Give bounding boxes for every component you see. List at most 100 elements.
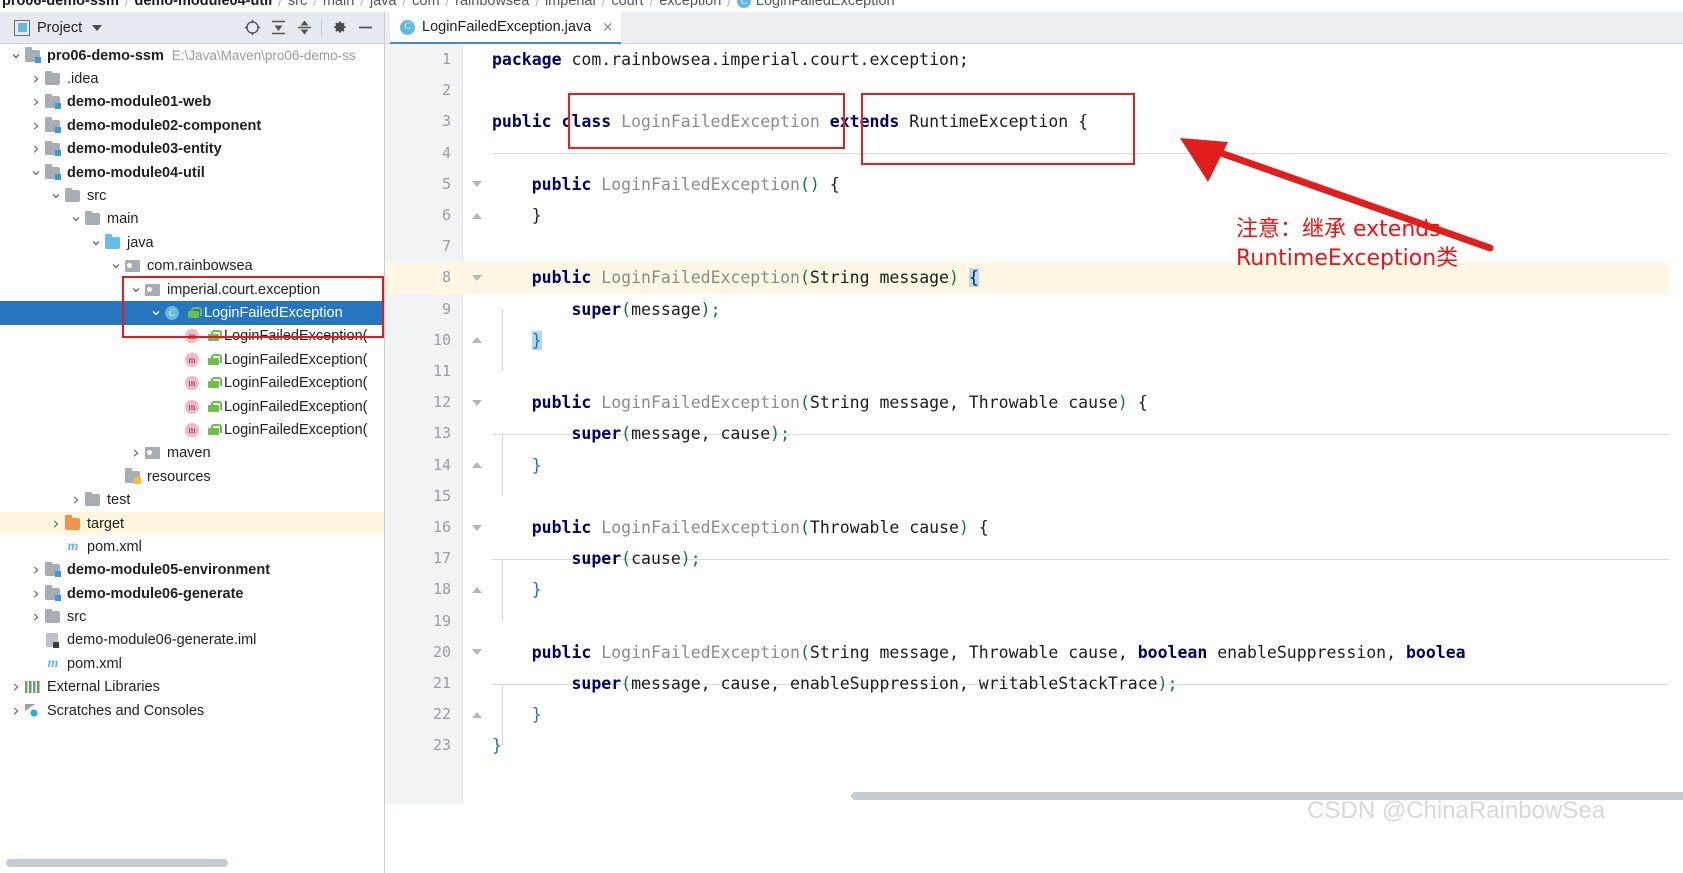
code-line[interactable]: 4 bbox=[385, 138, 1683, 169]
chevron-right-icon[interactable]: › bbox=[28, 607, 44, 627]
chevron-down-icon[interactable] bbox=[92, 24, 103, 31]
code-line[interactable]: 9 super(message); bbox=[385, 294, 1683, 325]
fold-expand-icon[interactable] bbox=[469, 574, 484, 605]
code-line[interactable]: 8 public LoginFailedException(String mes… bbox=[385, 262, 1683, 294]
code-line[interactable]: 11 bbox=[385, 356, 1683, 387]
breadcrumb-leaf[interactable]: LoginFailedException bbox=[756, 0, 895, 9]
breadcrumb-segment[interactable]: rainbowsea bbox=[455, 0, 529, 9]
code-line[interactable]: 21 super(message, cause, enableSuppressi… bbox=[385, 668, 1683, 699]
fold-collapse-icon[interactable] bbox=[469, 169, 484, 200]
fold-expand-icon[interactable] bbox=[469, 699, 484, 730]
tree-row[interactable]: ⌄ imperial.court.exception bbox=[0, 278, 384, 301]
code-line[interactable]: 20 public LoginFailedException(String me… bbox=[385, 637, 1683, 668]
tree-row[interactable]: m pom.xml bbox=[0, 652, 384, 675]
tree-row[interactable]: resources bbox=[0, 465, 384, 488]
tree-row[interactable]: › Scratches and Consoles bbox=[0, 699, 384, 722]
tree-row[interactable]: m LoginFailedException( bbox=[0, 418, 384, 441]
expand-all-icon[interactable] bbox=[265, 15, 291, 41]
tree-row[interactable]: › demo-module05-environment bbox=[0, 559, 384, 582]
gear-icon[interactable] bbox=[326, 15, 352, 41]
tree-row[interactable]: › src bbox=[0, 605, 384, 628]
chevron-down-icon[interactable]: ⌄ bbox=[148, 301, 164, 321]
tree-row[interactable]: › test bbox=[0, 488, 384, 511]
chevron-down-icon[interactable]: ⌄ bbox=[68, 208, 84, 227]
locate-target-icon[interactable] bbox=[239, 15, 265, 41]
chevron-right-icon[interactable]: › bbox=[68, 490, 84, 510]
chevron-right-icon[interactable]: › bbox=[48, 514, 64, 534]
breadcrumb-segment[interactable]: imperial bbox=[545, 0, 596, 9]
breadcrumb-segment[interactable]: exception bbox=[659, 0, 721, 9]
fold-collapse-icon[interactable] bbox=[469, 512, 484, 543]
tree-row[interactable]: demo-module06-generate.iml bbox=[0, 629, 384, 652]
project-tree[interactable]: ⌄ pro06-demo-ssm E:\Java\Maven\pro06-demo-… bbox=[0, 44, 384, 804]
scrollbar-thumb[interactable] bbox=[6, 859, 228, 867]
tree-row[interactable]: › .idea bbox=[0, 67, 384, 90]
code-line[interactable]: 15 bbox=[385, 481, 1683, 512]
chevron-right-icon[interactable]: › bbox=[28, 560, 44, 580]
chevron-right-icon[interactable]: › bbox=[128, 443, 144, 463]
tree-row[interactable]: ⌄ com.rainbowsea bbox=[0, 255, 384, 278]
breadcrumb-segment[interactable]: java bbox=[370, 0, 397, 9]
tree-row[interactable]: › demo-module06-generate bbox=[0, 582, 384, 605]
chevron-down-icon[interactable]: ⌄ bbox=[88, 231, 104, 251]
chevron-right-icon[interactable]: › bbox=[28, 69, 44, 89]
code-line[interactable]: 19 bbox=[385, 606, 1683, 637]
tree-row[interactable]: › demo-module03-entity bbox=[0, 138, 384, 161]
tree-row[interactable]: ⌄ demo-module04-util bbox=[0, 161, 384, 184]
tree-row[interactable]: m LoginFailedException( bbox=[0, 325, 384, 348]
tree-row[interactable]: ⌄ main bbox=[0, 208, 384, 231]
tree-row[interactable]: › demo-module02-component bbox=[0, 114, 384, 137]
collapse-all-icon[interactable] bbox=[291, 15, 317, 41]
code-line[interactable]: 13 super(message, cause); bbox=[385, 418, 1683, 449]
tree-row[interactable]: ⌄ src bbox=[0, 184, 384, 207]
tree-row[interactable]: › demo-module01-web bbox=[0, 91, 384, 114]
code-line[interactable]: 18 } bbox=[385, 574, 1683, 605]
chevron-down-icon[interactable]: ⌄ bbox=[108, 255, 124, 274]
breadcrumb-segment[interactable]: demo-module04-util bbox=[134, 0, 272, 9]
breadcrumb-segment[interactable]: court bbox=[611, 0, 643, 9]
code-line[interactable]: 2 bbox=[385, 75, 1683, 106]
code-line[interactable]: 7 bbox=[385, 231, 1683, 262]
fold-expand-icon[interactable] bbox=[469, 200, 484, 231]
tree-row[interactable]: › target bbox=[0, 511, 384, 536]
tree-row[interactable]: ⌄ C LoginFailedException bbox=[0, 301, 384, 325]
breadcrumb-segment[interactable]: main bbox=[323, 0, 354, 9]
tree-horizontal-scrollbar[interactable] bbox=[0, 857, 384, 869]
chevron-right-icon[interactable]: › bbox=[8, 701, 24, 721]
chevron-down-icon[interactable]: ⌄ bbox=[128, 278, 144, 298]
breadcrumb-segment[interactable]: com bbox=[412, 0, 439, 9]
code-editor[interactable]: 1 package com.rainbowsea.imperial.court.e… bbox=[385, 44, 1683, 804]
tree-row[interactable]: m LoginFailedException( bbox=[0, 371, 384, 394]
close-icon[interactable]: × bbox=[602, 20, 613, 35]
chevron-right-icon[interactable]: › bbox=[28, 139, 44, 159]
code-line[interactable]: 16 public LoginFailedException(Throwable… bbox=[385, 512, 1683, 543]
code-line[interactable]: 3 public class LoginFailedException exten… bbox=[385, 106, 1683, 137]
code-line[interactable]: 14 } bbox=[385, 450, 1683, 481]
code-line[interactable]: 17 super(cause); bbox=[385, 543, 1683, 574]
tree-row[interactable]: ⌄ pro06-demo-ssm E:\Java\Maven\pro06-demo-… bbox=[0, 44, 384, 67]
code-line[interactable]: 10 } bbox=[385, 325, 1683, 356]
code-line[interactable]: 5 public LoginFailedException() { bbox=[385, 169, 1683, 200]
code-line[interactable]: 12 public LoginFailedException(String me… bbox=[385, 387, 1683, 418]
code-line[interactable]: 6 } bbox=[385, 200, 1683, 231]
chevron-right-icon[interactable]: › bbox=[28, 92, 44, 112]
chevron-right-icon[interactable]: › bbox=[28, 116, 44, 136]
chevron-down-icon[interactable]: ⌄ bbox=[8, 44, 24, 64]
chevron-down-icon[interactable]: ⌄ bbox=[28, 161, 44, 181]
fold-expand-icon[interactable] bbox=[469, 450, 484, 481]
breadcrumb-segment[interactable]: pro06-demo-ssm bbox=[2, 0, 119, 9]
fold-collapse-icon[interactable] bbox=[469, 387, 484, 418]
code-line[interactable]: 1 package com.rainbowsea.imperial.court.e… bbox=[385, 44, 1683, 75]
chevron-right-icon[interactable]: › bbox=[28, 584, 44, 604]
tree-row[interactable]: ⌄ java bbox=[0, 231, 384, 254]
fold-collapse-icon[interactable] bbox=[469, 262, 484, 293]
breadcrumb-segment[interactable]: src bbox=[288, 0, 307, 9]
tree-row[interactable]: › External Libraries bbox=[0, 676, 384, 699]
tree-row[interactable]: m LoginFailedException( bbox=[0, 395, 384, 418]
tree-row[interactable]: › maven bbox=[0, 442, 384, 465]
tree-row[interactable]: m pom.xml bbox=[0, 535, 384, 558]
tab-login-failed-exception[interactable]: C LoginFailedException.java × bbox=[390, 12, 622, 44]
code-lines[interactable]: 1 package com.rainbowsea.imperial.court.e… bbox=[385, 44, 1683, 804]
fold-expand-icon[interactable] bbox=[469, 325, 484, 356]
tree-row[interactable]: m LoginFailedException( bbox=[0, 348, 384, 371]
